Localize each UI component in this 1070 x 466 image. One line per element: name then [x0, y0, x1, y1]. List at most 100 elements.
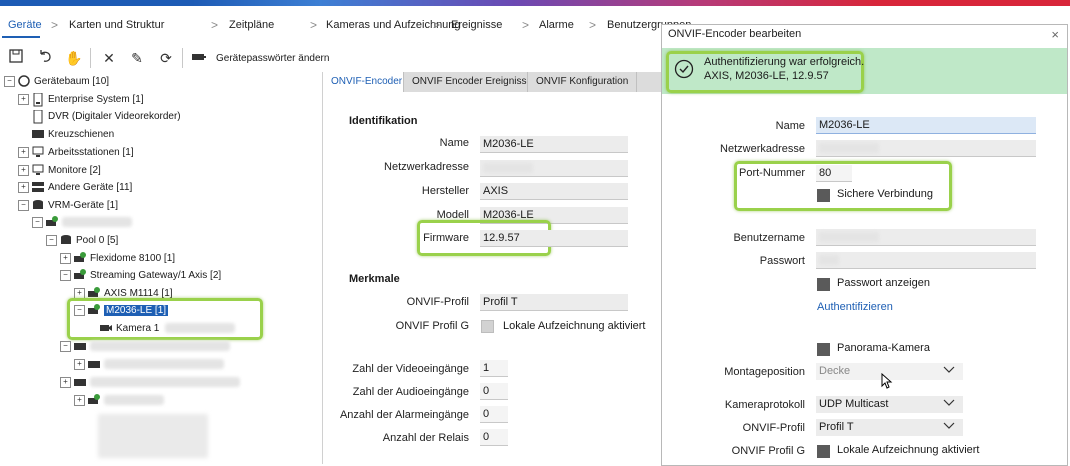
onvif-profil-label: ONVIF-Profil: [406, 296, 469, 308]
port-nummer-input[interactable]: 80: [816, 165, 852, 182]
edit-icon[interactable]: ✎: [128, 49, 146, 67]
expand-icon[interactable]: +: [18, 164, 29, 176]
tree-label: Pool 0 [5]: [76, 235, 119, 246]
tree-item-redacted[interactable]: +: [74, 357, 224, 373]
tree-item-andere[interactable]: + Andere Geräte [11]: [18, 180, 132, 196]
devices-icon: [32, 181, 44, 193]
lokale-aufzeichnung-checkbox[interactable]: [817, 445, 830, 458]
hand-icon[interactable]: ✋: [65, 49, 83, 67]
onvif-profil-value: Profil T: [819, 421, 854, 433]
collapse-icon[interactable]: −: [32, 216, 43, 228]
collapse-icon[interactable]: −: [46, 234, 57, 246]
check-circle-icon: [674, 59, 694, 82]
onvif-profil-select[interactable]: Profil T: [816, 419, 963, 436]
menu-alarme[interactable]: Alarme: [539, 14, 574, 36]
collapse-icon[interactable]: −: [18, 199, 29, 211]
firmware-field[interactable]: 12.9.57: [480, 230, 628, 247]
chevron-right-icon: >: [51, 18, 59, 32]
refresh-icon[interactable]: ⟳: [157, 49, 175, 67]
workstation-icon: [32, 146, 44, 158]
expand-icon[interactable]: +: [74, 394, 85, 406]
passwort-anzeigen-checkbox[interactable]: [817, 278, 830, 291]
change-passwords-button[interactable]: Gerätepasswörter ändern: [216, 53, 329, 64]
onvif-profil-g-label: ONVIF Profil G: [731, 445, 805, 457]
tree-item-vrm[interactable]: − VRM-Geräte [1]: [18, 198, 118, 214]
tree-item-redacted[interactable]: +: [60, 375, 240, 391]
tree-item-monitore[interactable]: + Monitore [2]: [18, 163, 101, 179]
menu-karten[interactable]: Karten und Struktur: [69, 14, 164, 36]
relais-field[interactable]: 0: [480, 429, 508, 446]
netzwerkadresse-input[interactable]: [816, 140, 1036, 157]
tree-item-kreuzschienen[interactable]: Kreuzschienen: [32, 127, 114, 143]
collapse-icon[interactable]: −: [60, 340, 71, 352]
tree-label: Monitore [2]: [48, 165, 101, 176]
onvif-profil-field[interactable]: Profil T: [480, 294, 628, 311]
dialog-title: ONVIF-Encoder bearbeiten: [668, 28, 802, 40]
authentifizieren-link[interactable]: Authentifizieren: [817, 301, 893, 313]
panorama-kamera-checkbox[interactable]: [817, 343, 830, 356]
mouse-cursor-icon: [881, 372, 893, 393]
menu-geraete[interactable]: Geräte: [8, 14, 42, 36]
tree-label: VRM-Geräte [1]: [48, 200, 119, 211]
tree-item-pool[interactable]: − Pool 0 [5]: [46, 233, 118, 249]
kameraprotokoll-value: UDP Multicast: [819, 398, 889, 410]
banner-message: Authentifizierung war erfolgreich.: [704, 56, 865, 68]
benutzername-input[interactable]: [816, 229, 1036, 246]
expand-icon[interactable]: +: [60, 376, 71, 388]
alarmeingaenge-field[interactable]: 0: [480, 406, 508, 423]
tree-item-redacted[interactable]: +: [74, 393, 164, 409]
delete-icon[interactable]: ✕: [100, 49, 118, 67]
expand-icon[interactable]: +: [18, 93, 29, 105]
collapse-icon[interactable]: −: [60, 269, 71, 281]
name-input[interactable]: M2036-LE: [816, 117, 1036, 134]
expand-icon[interactable]: +: [18, 181, 29, 193]
lokale-aufzeichnung-checkbox[interactable]: [481, 320, 494, 333]
save-icon[interactable]: [7, 49, 25, 67]
redacted-block: [98, 414, 208, 458]
properties-panel: ONVIF-Encoder ONVIF Encoder Ereignisse O…: [322, 72, 661, 464]
server-icon: [32, 92, 44, 107]
tree-item-redacted[interactable]: −: [60, 339, 230, 355]
tree-item-kamera1[interactable]: Kamera 1: [100, 321, 236, 337]
sichere-verbindung-checkbox[interactable]: [817, 189, 830, 202]
hersteller-field[interactable]: AXIS: [480, 183, 628, 200]
expand-icon[interactable]: +: [60, 252, 71, 264]
videoeingaenge-field[interactable]: 1: [480, 360, 508, 377]
encoder-icon: [74, 340, 86, 352]
passwort-anzeigen-label: Passwort anzeigen: [837, 277, 930, 289]
tree-item-flexidome[interactable]: + Flexidome 8100 [1]: [60, 251, 175, 267]
panorama-kamera-label: Panorama-Kamera: [837, 342, 930, 354]
tree-label: Andere Geräte [11]: [48, 182, 133, 193]
encoder-icon: [74, 269, 86, 281]
collapse-icon[interactable]: −: [74, 304, 85, 316]
menu-kameras[interactable]: Kameras und Aufzeichnung: [326, 14, 461, 36]
device-password-icon[interactable]: [190, 49, 208, 67]
collapse-icon[interactable]: −: [4, 75, 15, 87]
undo-icon[interactable]: [36, 49, 54, 67]
redacted-text: [104, 395, 164, 406]
kameraprotokoll-label: Kameraprotokoll: [724, 399, 805, 411]
tab-onvif-encoder[interactable]: ONVIF-Encoder: [323, 72, 411, 92]
redacted-text: [819, 255, 839, 266]
tree-item-arbeitsstationen[interactable]: + Arbeitsstationen [1]: [18, 145, 134, 161]
name-label: Name: [775, 120, 805, 132]
tab-onvif-ereignisse[interactable]: ONVIF Encoder Ereignisse: [403, 72, 541, 92]
name-field[interactable]: M2036-LE: [480, 136, 628, 153]
tree-item-enterprise[interactable]: + Enterprise System [1]: [18, 92, 144, 108]
menu-zeitplaene[interactable]: Zeitpläne: [229, 14, 274, 36]
kameraprotokoll-select[interactable]: UDP Multicast: [816, 396, 963, 413]
tree-item-m2036[interactable]: − M2036-LE [1]: [74, 303, 169, 319]
menu-ereignisse[interactable]: Ereignisse: [451, 14, 502, 36]
tree-item-vrm-server[interactable]: −: [32, 215, 132, 231]
tree-item-streaming[interactable]: − Streaming Gateway/1 Axis [2]: [60, 268, 221, 284]
expand-icon[interactable]: +: [74, 358, 85, 370]
close-icon[interactable]: ×: [1051, 27, 1059, 42]
tab-onvif-konfiguration[interactable]: ONVIF Konfiguration: [527, 72, 638, 92]
redacted-text: [819, 232, 879, 243]
expand-icon[interactable]: +: [18, 146, 29, 158]
audioeingaenge-field[interactable]: 0: [480, 383, 508, 400]
tree-item-dvr[interactable]: DVR (Digitaler Videorekorder): [32, 109, 181, 125]
netzwerkadresse-field[interactable]: [480, 160, 628, 177]
tree-item-root[interactable]: − Gerätebaum [10]: [4, 74, 109, 90]
passwort-input[interactable]: [816, 252, 1036, 269]
